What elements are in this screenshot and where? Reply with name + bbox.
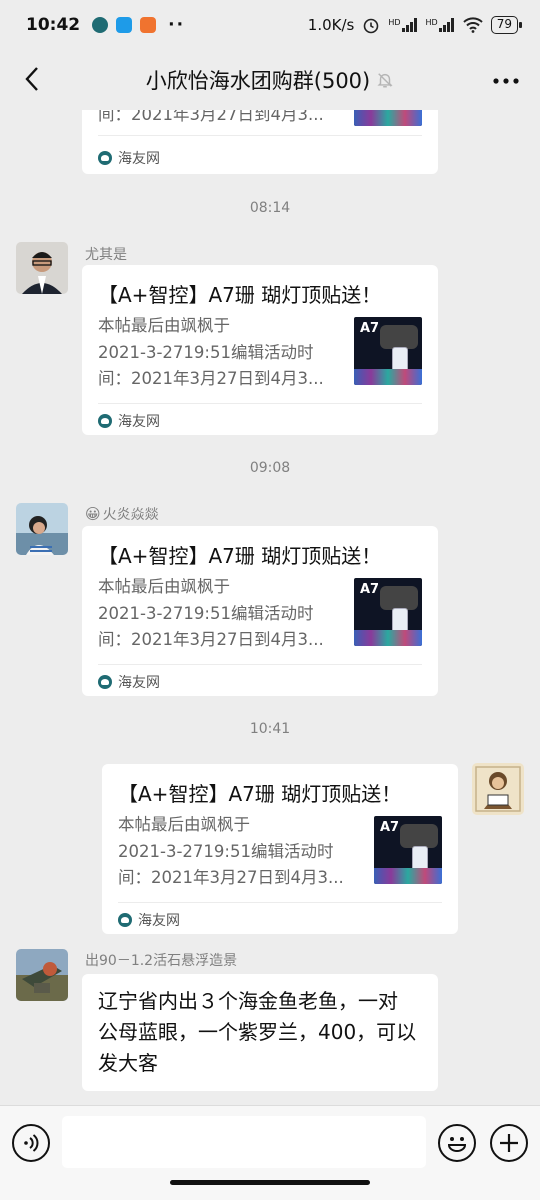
voice-icon[interactable]	[12, 1124, 50, 1162]
avatar[interactable]	[16, 242, 68, 294]
back-arrow-icon[interactable]	[18, 64, 48, 94]
card-divider	[98, 403, 422, 404]
card-desc-line: 间：2021年3月27日到4月3...	[118, 868, 344, 887]
sender-name-wrap: 😀 火炎焱燚	[85, 504, 159, 524]
orange-app-icon	[140, 17, 157, 33]
status-bar: 10:42 ·· 1.0K/s HD HD 79	[0, 0, 540, 50]
sender-name: 火炎焱燚	[102, 507, 159, 523]
signal-1: HD	[388, 18, 417, 32]
card-source-label: 海友网	[118, 414, 160, 430]
thumb-label: A7	[360, 321, 380, 336]
message-line: 发大客	[98, 1051, 158, 1075]
card-description: 本帖最后由飒枫于 2021-3-2719:51编辑活动时 间：2021年3月27…	[98, 574, 338, 654]
card-source: 海友网	[98, 672, 160, 692]
link-card[interactable]: 【A+智控】A7珊 瑚灯顶贴送！ 本帖最后由飒枫于 2021-3-2719:51…	[82, 265, 438, 435]
message-line: 辽宁省内出３个海金鱼老鱼，一对	[98, 989, 398, 1013]
message-input[interactable]	[62, 1116, 426, 1168]
grinning-emoji-icon: 😀	[85, 505, 101, 523]
input-bar	[0, 1105, 540, 1200]
link-card-partial[interactable]: 间：2021年3月27日到4月3... 海友网	[82, 110, 438, 174]
signal-2: HD	[426, 18, 455, 32]
card-source-label: 海友网	[118, 675, 160, 691]
card-desc-line: 间：2021年3月27日到4月3...	[98, 110, 324, 124]
card-desc-line: 2021-3-2719:51编辑活动时	[98, 603, 314, 623]
card-source: 海友网	[98, 411, 160, 431]
thumb-label: A7	[380, 820, 400, 835]
card-source: 海友网	[118, 910, 180, 930]
thumb-coral	[354, 369, 422, 385]
chat-header: 小欣怡海水团购群(500)	[0, 50, 540, 110]
card-desc-line: 间：2021年3月27日到4月3...	[98, 369, 324, 388]
haiyou-logo-icon	[118, 913, 132, 927]
text-message[interactable]: 辽宁省内出３个海金鱼老鱼，一对 公母蓝眼，一个紫罗兰，400，可以 发大客	[82, 974, 438, 1091]
card-desc-line: 间：2021年3月27日到4月3...	[98, 630, 324, 649]
chat-area[interactable]: 间：2021年3月27日到4月3... 海友网 08:14 尤其是 【A+智控】…	[0, 110, 540, 1105]
avatar[interactable]	[16, 503, 68, 555]
mute-bell-icon	[377, 73, 393, 88]
haiyou-logo-icon	[98, 414, 112, 428]
thumb-coral	[354, 110, 422, 126]
link-card-self[interactable]: 【A+智控】A7珊 瑚灯顶贴送！ 本帖最后由飒枫于 2021-3-2719:51…	[102, 764, 458, 934]
card-thumbnail: A7	[354, 578, 422, 646]
blue-app-icon	[116, 17, 133, 33]
card-source-label: 海友网	[118, 151, 160, 167]
timestamp: 10:41	[249, 721, 291, 737]
thumb-lights	[380, 325, 418, 349]
card-description: 本帖最后由飒枫于 2021-3-2719:51编辑活动时 间：2021年3月27…	[118, 812, 358, 892]
haiyou-logo-icon	[98, 675, 112, 689]
card-divider	[98, 135, 422, 136]
thumb-coral	[354, 630, 422, 646]
thumb-coral	[374, 868, 442, 884]
sender-name: 出90－1.2活石悬浮造景	[85, 953, 238, 969]
link-card[interactable]: 【A+智控】A7珊 瑚灯顶贴送！ 本帖最后由飒枫于 2021-3-2719:51…	[82, 526, 438, 696]
haiyou-logo-icon	[98, 151, 112, 165]
card-thumbnail: A7	[374, 816, 442, 884]
signal-icon	[438, 18, 454, 32]
thumb-label: A7	[360, 582, 380, 597]
card-title: 【A+智控】A7珊 瑚灯顶贴送！	[118, 782, 402, 806]
card-source-label: 海友网	[138, 913, 180, 929]
more-icon[interactable]	[492, 66, 520, 92]
alarm-icon	[364, 18, 379, 34]
card-thumbnail: A7	[354, 317, 422, 385]
message-line: 公母蓝眼，一个紫罗兰，400，可以	[98, 1020, 417, 1044]
chat-title: 小欣怡海水团购群(500)	[145, 69, 371, 93]
timestamp: 08:14	[249, 200, 291, 216]
wifi-icon	[463, 17, 483, 33]
card-desc-line: 本帖最后由飒枫于	[98, 316, 230, 335]
card-thumbnail	[354, 110, 422, 126]
sender-name: 尤其是	[85, 247, 127, 263]
plus-icon[interactable]	[490, 1124, 528, 1162]
card-desc-line: 本帖最后由飒枫于	[98, 577, 230, 596]
card-source: 海友网	[98, 148, 160, 168]
home-indicator[interactable]	[170, 1180, 370, 1185]
battery-icon: 79	[490, 16, 523, 34]
signal-icon	[401, 18, 417, 32]
timestamp: 09:08	[249, 460, 291, 476]
status-time: 10:42	[26, 15, 81, 35]
card-desc-line: 2021-3-2719:51编辑活动时	[118, 841, 334, 861]
card-divider	[98, 664, 422, 665]
whatsapp-icon	[92, 17, 109, 33]
card-description: 本帖最后由飒枫于 2021-3-2719:51编辑活动时 间：2021年3月27…	[98, 313, 338, 393]
card-title: 【A+智控】A7珊 瑚灯顶贴送！	[98, 544, 382, 568]
chat-title-wrap: 小欣怡海水团购群(500)	[146, 65, 394, 95]
net-speed: 1.0K/s	[307, 16, 355, 34]
thumb-lights	[380, 586, 418, 610]
notification-dots: ··	[168, 15, 186, 35]
thumb-lights	[400, 824, 438, 848]
avatar[interactable]	[16, 949, 68, 1001]
avatar-self[interactable]	[472, 763, 524, 815]
emoji-icon[interactable]	[438, 1124, 476, 1162]
card-title: 【A+智控】A7珊 瑚灯顶贴送！	[98, 283, 382, 307]
card-divider	[118, 902, 442, 903]
card-description: 间：2021年3月27日到4月3...	[98, 110, 338, 129]
card-desc-line: 本帖最后由飒枫于	[118, 815, 250, 834]
card-desc-line: 2021-3-2719:51编辑活动时	[98, 342, 314, 362]
